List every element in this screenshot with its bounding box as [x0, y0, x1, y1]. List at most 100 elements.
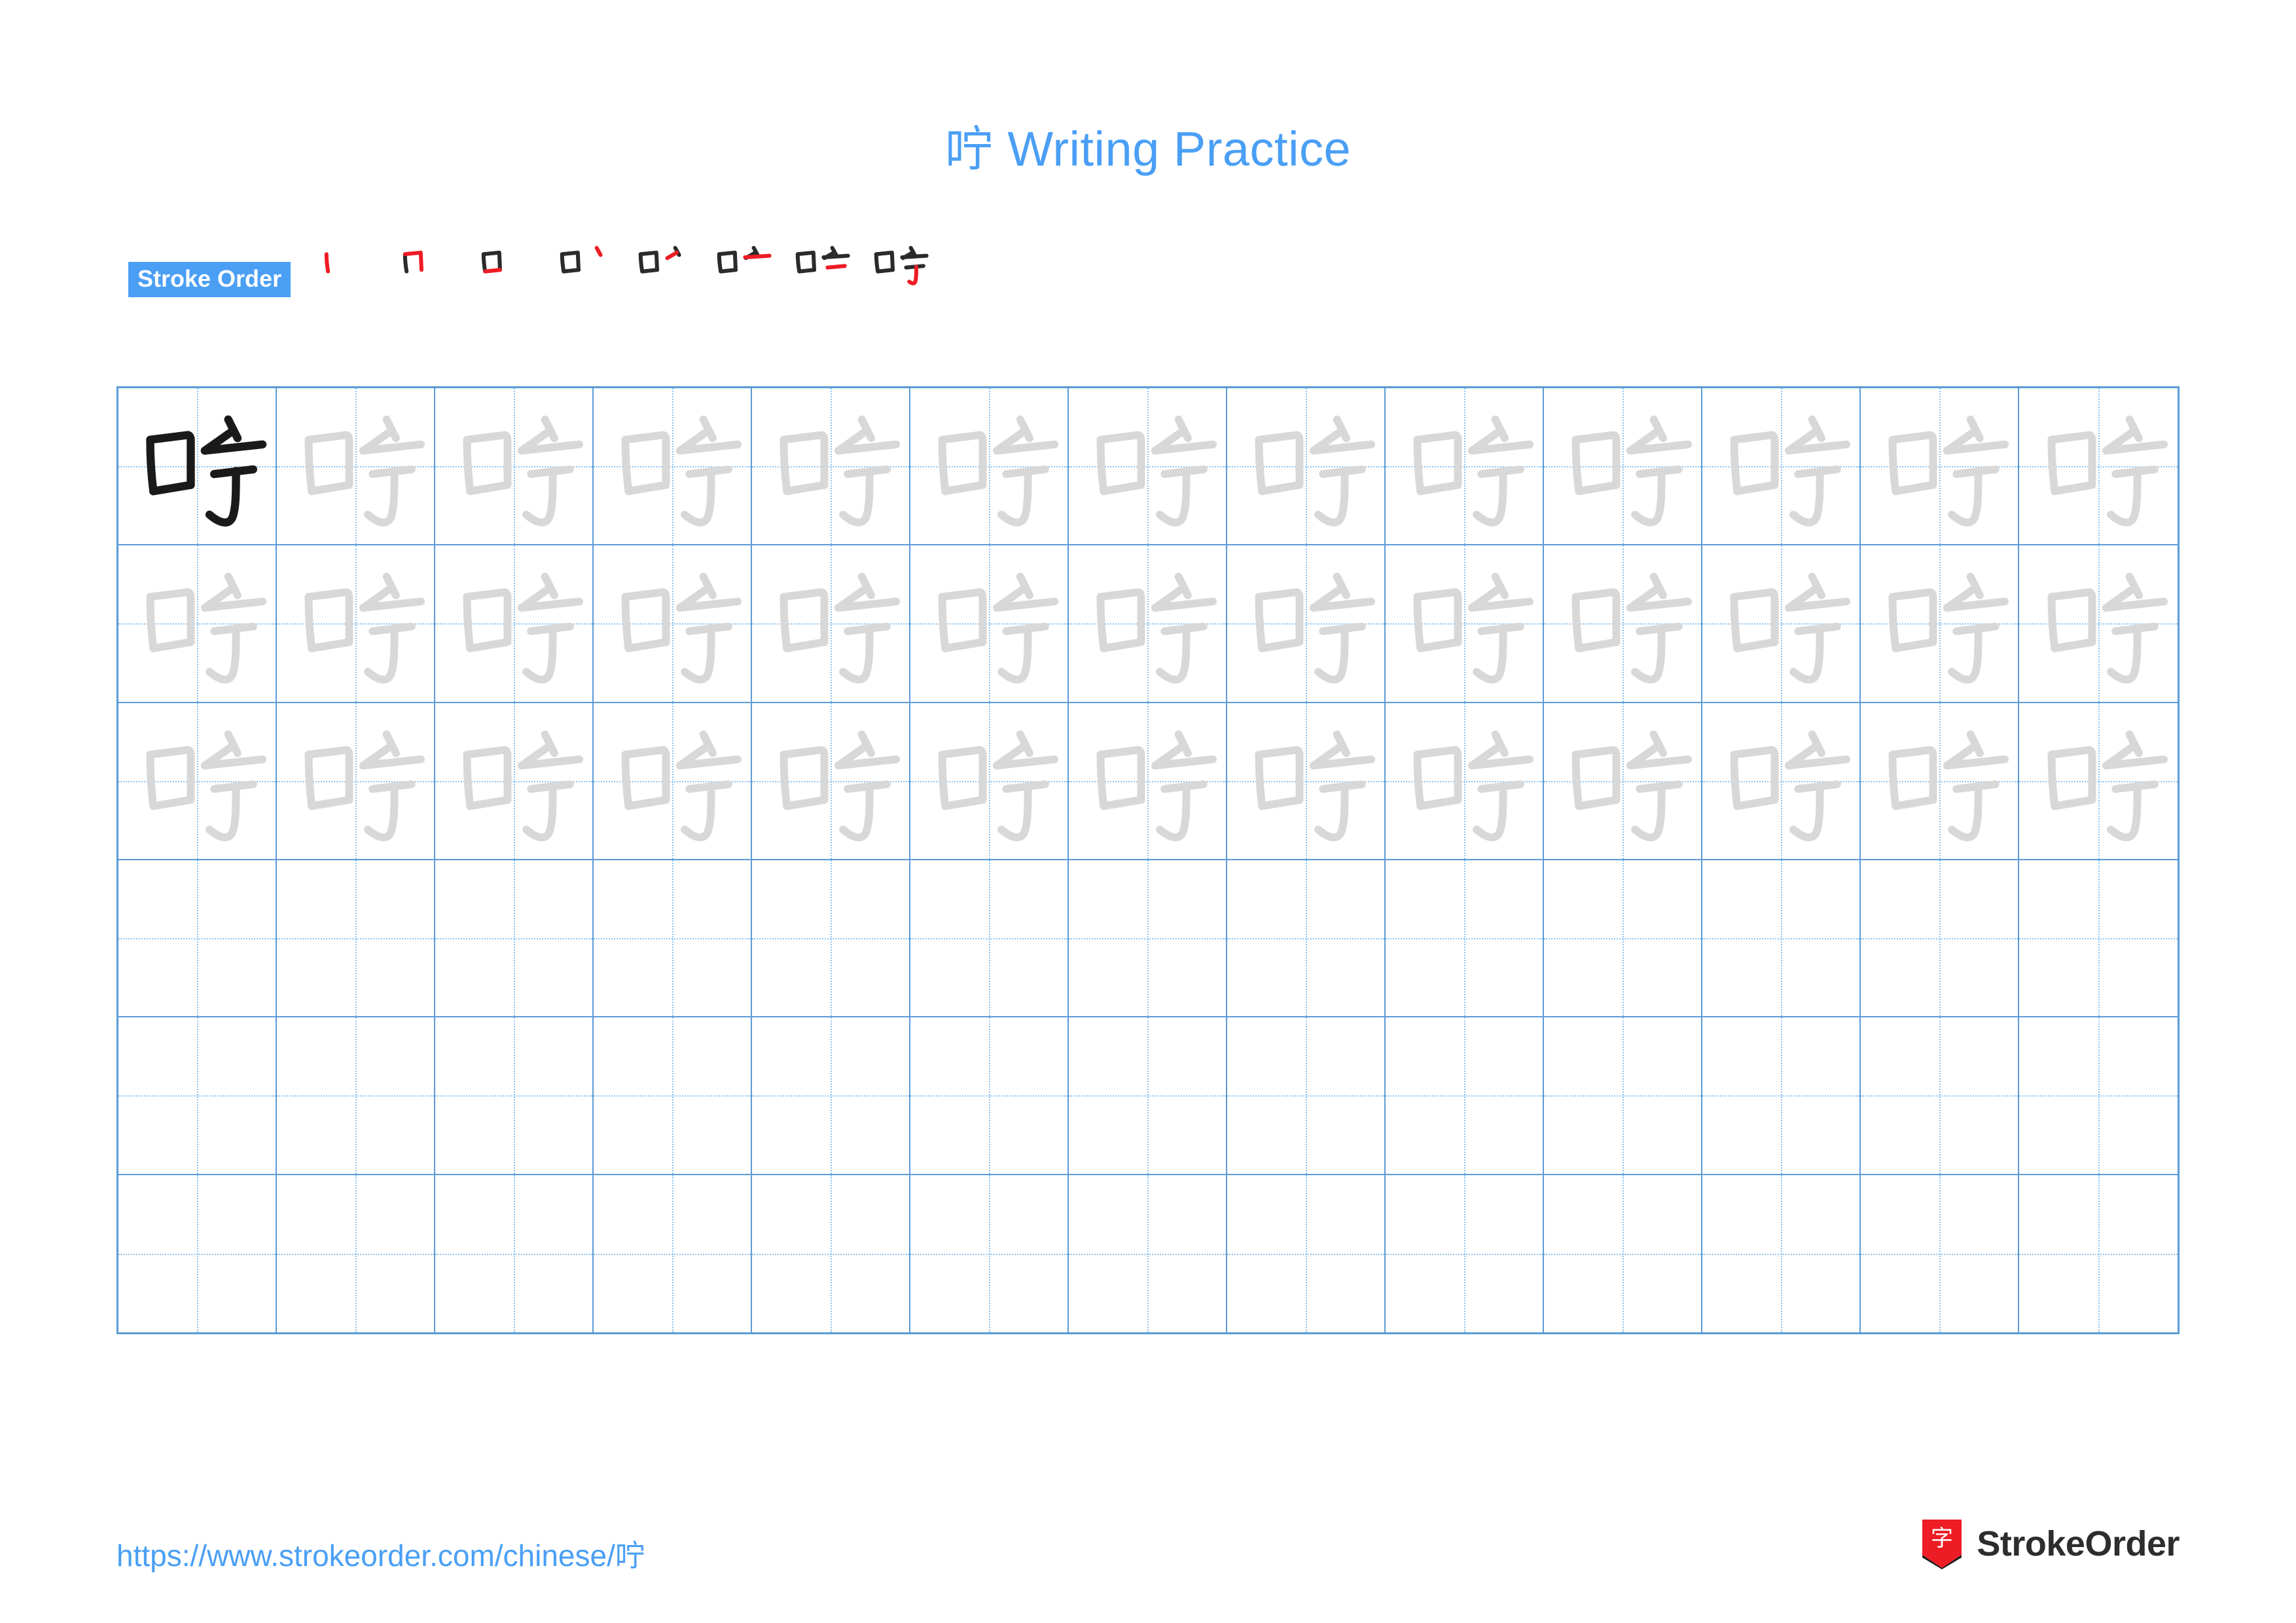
practice-cell[interactable] [594, 1017, 752, 1175]
practice-cell[interactable] [1227, 1017, 1386, 1175]
practice-cell[interactable] [1702, 860, 1861, 1018]
practice-cell[interactable] [1227, 1175, 1386, 1332]
practice-cell[interactable] [1861, 545, 2019, 703]
practice-cell[interactable] [1702, 545, 1861, 703]
practice-cell[interactable] [2019, 545, 2178, 703]
practice-cell[interactable] [1544, 702, 1702, 860]
practice-cell[interactable] [118, 1175, 277, 1332]
practice-cell[interactable] [910, 702, 1069, 860]
practice-cell[interactable] [1544, 860, 1702, 1018]
practice-cell[interactable] [277, 702, 435, 860]
practice-cell[interactable] [2019, 1017, 2178, 1175]
practice-cell[interactable] [752, 388, 910, 546]
practice-cell[interactable] [1069, 860, 1227, 1018]
character-trace [752, 703, 909, 859]
practice-cell[interactable] [910, 388, 1069, 546]
practice-cell[interactable] [594, 545, 752, 703]
practice-cell[interactable] [910, 860, 1069, 1018]
practice-cell[interactable] [435, 545, 594, 703]
practice-cell[interactable] [594, 388, 752, 546]
practice-cell[interactable] [1227, 545, 1386, 703]
practice-cell[interactable] [277, 860, 435, 1018]
practice-cell[interactable] [1069, 545, 1227, 703]
practice-cell[interactable] [435, 1017, 594, 1175]
practice-cell[interactable] [118, 702, 277, 860]
practice-cell[interactable] [277, 1017, 435, 1175]
practice-cell[interactable] [1069, 1017, 1227, 1175]
practice-cell[interactable] [435, 1175, 594, 1332]
practice-cell[interactable] [1702, 702, 1861, 860]
practice-cell[interactable] [1069, 388, 1227, 546]
character-trace [1861, 703, 2018, 859]
practice-cell[interactable] [752, 860, 910, 1018]
practice-cell[interactable] [1069, 1175, 1227, 1332]
practice-cell[interactable] [1227, 388, 1386, 546]
practice-grid[interactable] [117, 386, 2179, 1334]
practice-cell[interactable] [752, 545, 910, 703]
practice-cell[interactable] [277, 388, 435, 546]
character-trace [277, 545, 434, 701]
practice-cell[interactable] [1702, 1017, 1861, 1175]
practice-cell[interactable] [1386, 1017, 1544, 1175]
practice-cell[interactable] [435, 860, 594, 1018]
practice-cell[interactable] [435, 388, 594, 546]
practice-cell[interactable] [1861, 1017, 2019, 1175]
practice-cell[interactable] [1386, 702, 1544, 860]
character-trace [435, 545, 592, 701]
practice-cell[interactable] [2019, 1175, 2178, 1332]
practice-cell[interactable] [2019, 702, 2178, 860]
practice-cell[interactable] [1544, 545, 1702, 703]
practice-cell[interactable] [752, 1175, 910, 1332]
practice-cell[interactable] [752, 1017, 910, 1175]
page-title: 咛 Writing Practice [944, 122, 1352, 176]
practice-cell[interactable] [2019, 860, 2178, 1018]
practice-cell[interactable] [594, 702, 752, 860]
practice-cell[interactable] [1386, 545, 1544, 703]
character-trace [1227, 388, 1384, 544]
practice-cell[interactable] [1861, 860, 2019, 1018]
practice-cell[interactable] [1227, 860, 1386, 1018]
practice-cell[interactable] [1861, 388, 2019, 546]
practice-cell[interactable] [1544, 1017, 1702, 1175]
practice-cell[interactable] [1702, 1175, 1861, 1332]
practice-cell[interactable] [2019, 388, 2178, 546]
practice-cell[interactable] [435, 702, 594, 860]
practice-cell[interactable] [910, 545, 1069, 703]
practice-cell[interactable] [1861, 702, 2019, 860]
character-trace [594, 545, 751, 701]
character-trace [1544, 388, 1701, 544]
practice-cell[interactable] [1861, 1175, 2019, 1332]
practice-cell[interactable] [118, 388, 277, 546]
practice-cell[interactable] [910, 1175, 1069, 1332]
character-trace [1227, 545, 1384, 701]
practice-cell[interactable] [1386, 1175, 1544, 1332]
practice-cell[interactable] [118, 1017, 277, 1175]
stroke-order-steps [308, 240, 936, 319]
practice-cell[interactable] [752, 702, 910, 860]
character-trace [594, 388, 751, 544]
practice-cell[interactable] [118, 545, 277, 703]
character-trace [277, 388, 434, 544]
character-trace [118, 545, 276, 701]
character-trace [1386, 703, 1543, 859]
practice-cell[interactable] [1544, 388, 1702, 546]
practice-cell[interactable] [277, 1175, 435, 1332]
character-model [118, 388, 276, 544]
practice-cell[interactable] [594, 860, 752, 1018]
practice-cell[interactable] [910, 1017, 1069, 1175]
practice-cell[interactable] [1386, 388, 1544, 546]
character-trace [1702, 703, 1859, 859]
practice-cell[interactable] [594, 1175, 752, 1332]
practice-cell[interactable] [1386, 860, 1544, 1018]
practice-cell[interactable] [118, 860, 277, 1018]
practice-cell[interactable] [277, 545, 435, 703]
practice-cell[interactable] [1702, 388, 1861, 546]
character-trace [910, 703, 1067, 859]
character-trace [752, 545, 909, 701]
character-trace [2019, 703, 2178, 859]
practice-cell[interactable] [1069, 702, 1227, 860]
practice-cell[interactable] [1544, 1175, 1702, 1332]
practice-cell[interactable] [1227, 702, 1386, 860]
stroke-step-6 [700, 240, 779, 319]
footer-url-link[interactable]: https://www.strokeorder.com/chinese/咛 [117, 1532, 645, 1575]
